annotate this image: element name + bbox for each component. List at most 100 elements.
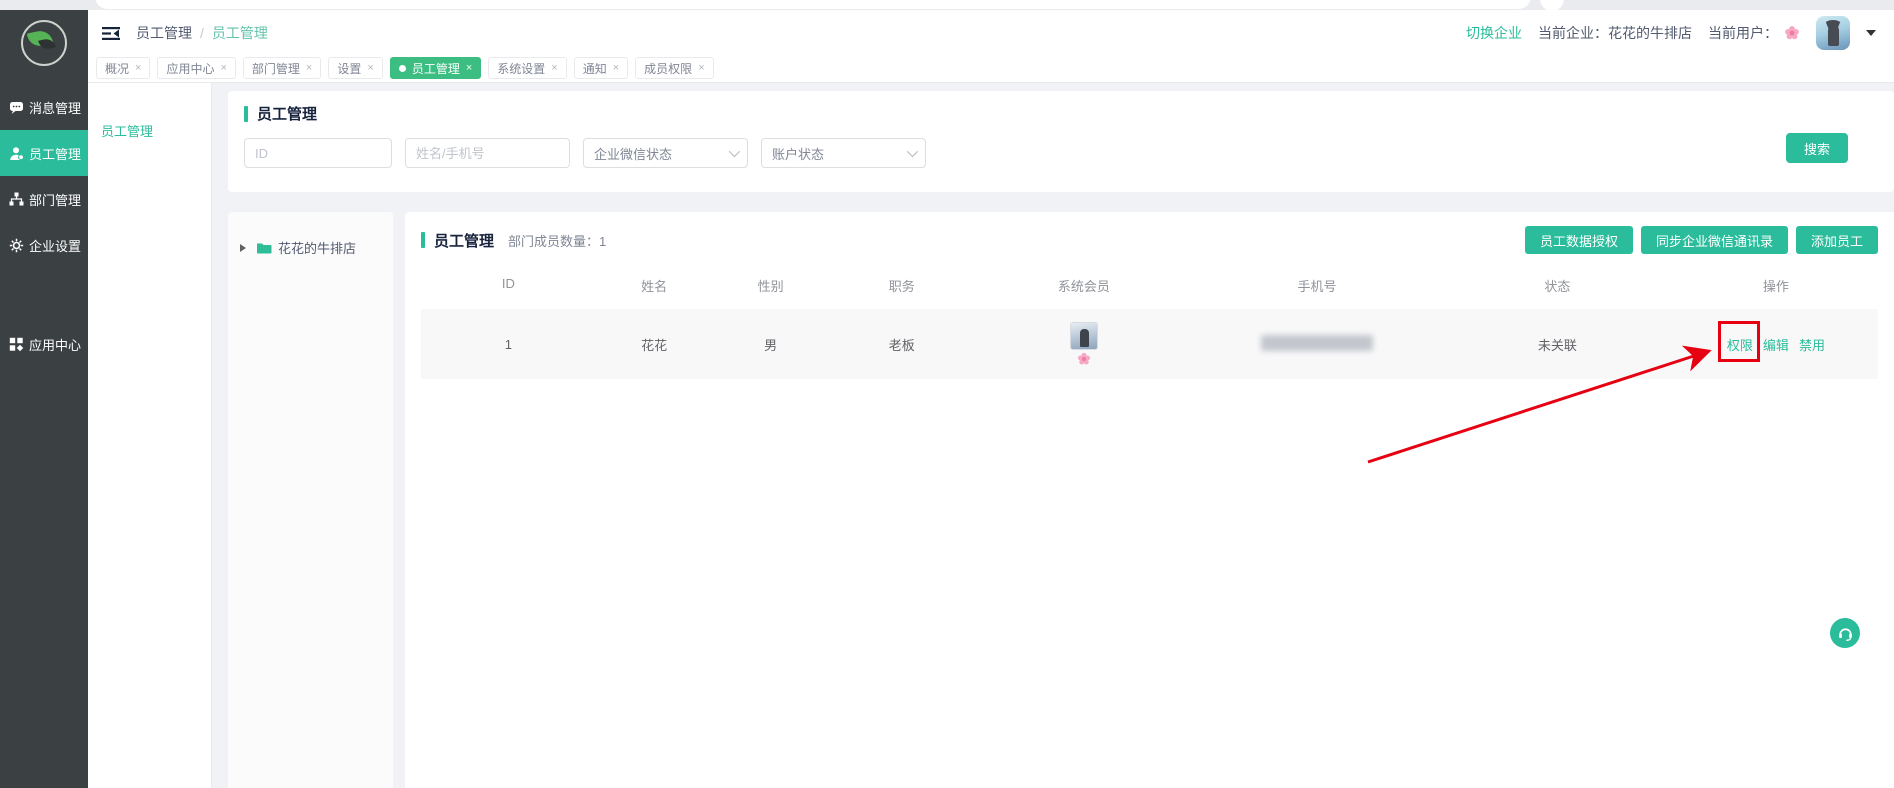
close-tab-icon[interactable]: × [306,63,312,74]
table-row: 1 花花 男 老板 [421,309,1878,379]
column-header-name: 姓名 [596,276,713,295]
secondary-sidebar: 员工管理 [88,83,212,788]
user-menu-caret-icon[interactable] [1866,30,1876,41]
sidebar-item-company-settings[interactable]: 企业设置 [0,222,88,268]
tree-node-label: 花花的牛排店 [278,238,356,257]
close-tab-icon[interactable]: × [466,63,472,74]
add-employee-button[interactable]: 添加员工 [1796,226,1878,254]
column-header-status: 状态 [1441,276,1674,295]
tab-member-permissions[interactable]: 成员权限× [635,57,713,79]
gear-icon [9,238,24,253]
company-logo [21,20,67,66]
breadcrumb-parent[interactable]: 员工管理 [136,23,192,43]
tab-settings[interactable]: 设置× [328,57,382,79]
sidebar-item-label: 部门管理 [29,190,81,209]
department-icon [9,192,24,207]
browser-edge [0,0,1894,10]
tab-system-settings[interactable]: 系统设置× [488,57,566,79]
section-title: 员工管理 [434,230,494,251]
tab-overview[interactable]: 概况× [96,57,150,79]
app-window: 消息管理 员工管理 部门管理 企业设置 应用中心 [0,0,1894,788]
tab-notifications[interactable]: 通知× [574,57,628,79]
column-header-title: 职务 [829,276,975,295]
sidebar-item-label: 消息管理 [29,98,81,117]
switch-company-link[interactable]: 切换企业 [1466,23,1522,43]
close-tab-icon[interactable]: × [698,63,704,74]
flower-icon [1077,352,1091,366]
close-tab-icon[interactable]: × [551,63,557,74]
cell-name: 花花 [596,335,713,354]
cell-actions: 权限 编辑 禁用 [1674,335,1878,354]
active-tab-dot-icon [399,65,406,72]
column-header-member: 系统会员 [975,276,1194,295]
column-header-actions: 操作 [1674,276,1878,295]
flower-icon [1784,25,1800,41]
account-status-select[interactable]: 账户状态 [761,138,926,168]
tree-node-root[interactable]: 花花的牛排店 [240,238,393,257]
staff-icon [9,146,24,161]
member-count: 部门成员数量：1 [508,231,606,250]
sidebar-item-staff[interactable]: 员工管理 [0,130,88,176]
column-header-phone: 手机号 [1193,276,1441,295]
staff-data-authorize-button[interactable]: 员工数据授权 [1525,226,1633,254]
close-tab-icon[interactable]: × [613,63,619,74]
member-avatar [1070,322,1098,350]
filter-panel: 员工管理 企业微信状态 账户状态 [228,91,1894,192]
cell-id: 1 [421,337,596,352]
folder-icon [256,241,272,254]
redacted-phone-blur [1261,335,1373,351]
customer-service-icon [1837,625,1854,642]
disable-link[interactable]: 禁用 [1799,335,1825,354]
apps-icon [9,337,24,352]
chevron-down-icon [907,146,918,157]
tab-departments[interactable]: 部门管理× [243,57,321,79]
employee-table-panel: 员工管理 部门成员数量：1 员工数据授权 同步企业微信通讯录 添加员工 ID [405,212,1894,788]
page-title: 员工管理 [257,103,317,124]
open-tabs-bar: 概况× 应用中心× 部门管理× 设置× 员工管理× 系统设置× 通知× 成员权限… [88,56,1894,83]
edit-link[interactable]: 编辑 [1763,335,1789,354]
wechat-status-select[interactable]: 企业微信状态 [583,138,748,168]
search-button[interactable]: 搜索 [1786,133,1848,163]
chevron-down-icon [729,146,740,157]
close-tab-icon[interactable]: × [367,63,373,74]
cell-status: 未关联 [1441,335,1674,354]
top-header: 员工管理 / 员工管理 切换企业 当前企业：花花的牛排店 当前用户： [88,10,1894,56]
cell-phone-redacted [1193,335,1441,354]
collapse-sidebar-button[interactable] [102,26,120,41]
column-header-id: ID [421,276,596,295]
department-tree-panel: 花花的牛排店 [228,212,393,788]
name-phone-input[interactable] [405,138,570,168]
title-accent-bar [421,232,425,248]
browser-avatar-sliver [1540,0,1564,11]
cell-title: 老板 [829,335,975,354]
user-avatar[interactable] [1816,16,1850,50]
breadcrumb: 员工管理 / 员工管理 [136,23,268,43]
sidebar-item-departments[interactable]: 部门管理 [0,176,88,222]
permission-link[interactable]: 权限 [1727,335,1753,354]
expand-caret-icon[interactable] [240,244,250,252]
id-input[interactable] [244,138,392,168]
cell-gender: 男 [712,335,829,354]
sync-wechat-contacts-button[interactable]: 同步企业微信通讯录 [1641,226,1788,254]
sidebar-item-app-center[interactable]: 应用中心 [0,321,88,367]
title-accent-bar [244,106,248,122]
cell-system-member [975,322,1194,366]
sidebar-item-label: 应用中心 [29,335,81,354]
current-user-label: 当前用户： [1708,23,1778,43]
browser-omnibox-sliver [95,0,1531,9]
current-user: 当前用户： [1708,23,1800,43]
message-icon [9,100,24,115]
spacer [228,192,1894,212]
sidebar-item-label: 员工管理 [29,144,81,163]
sidebar-item-messages[interactable]: 消息管理 [0,84,88,130]
help-button[interactable] [1830,618,1860,648]
primary-sidebar: 消息管理 员工管理 部门管理 企业设置 应用中心 [0,10,88,788]
subsidebar-item-staff[interactable]: 员工管理 [88,121,211,140]
breadcrumb-separator: / [200,25,204,41]
close-tab-icon[interactable]: × [220,63,226,74]
tab-staff-active[interactable]: 员工管理× [390,57,481,79]
tab-app-center[interactable]: 应用中心× [157,57,235,79]
table-header-row: ID 姓名 性别 职务 系统会员 手机号 状态 操作 [421,276,1878,295]
close-tab-icon[interactable]: × [135,63,141,74]
column-header-gender: 性别 [712,276,829,295]
